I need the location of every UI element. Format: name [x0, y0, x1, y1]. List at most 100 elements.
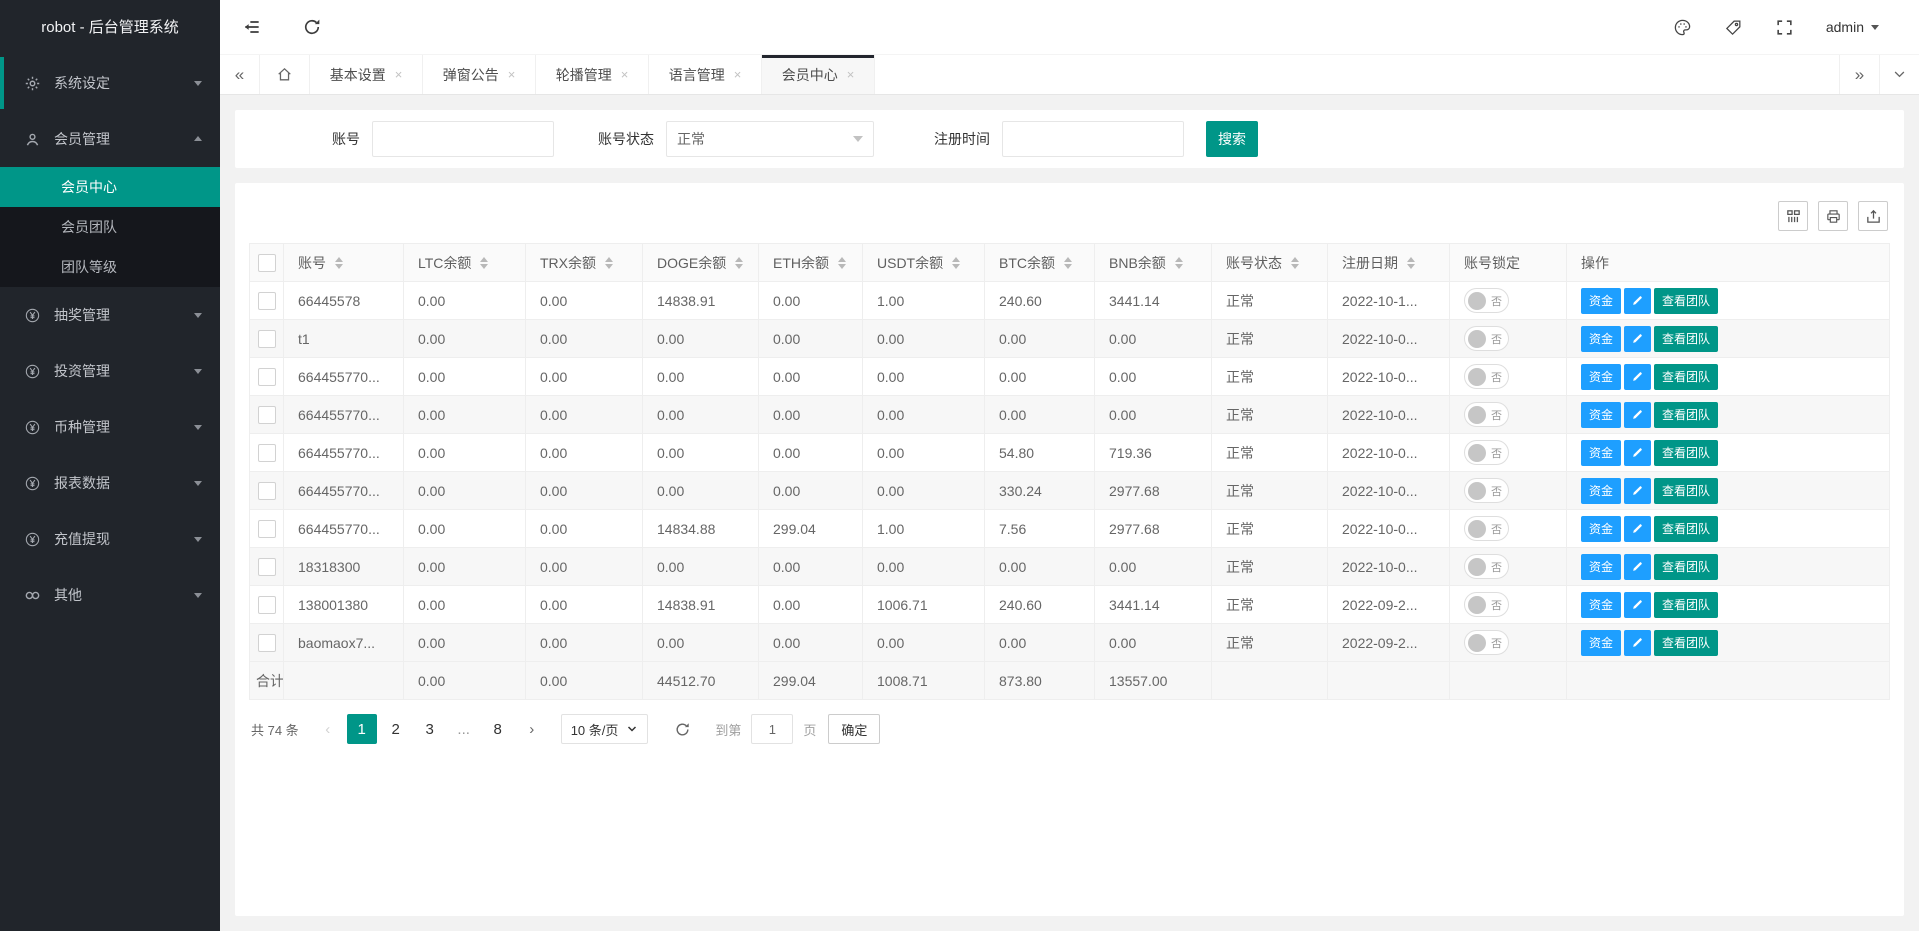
sort-icon[interactable] [605, 253, 613, 273]
tab-语言管理[interactable]: 语言管理× [649, 55, 762, 94]
fund-button[interactable]: 资金 [1581, 554, 1621, 580]
status-select[interactable]: 正常 [666, 121, 874, 157]
close-icon[interactable]: × [734, 67, 742, 82]
column-header-DOGE余额[interactable]: DOGE余额 [643, 244, 759, 282]
edit-button[interactable] [1624, 554, 1651, 580]
edit-button[interactable] [1624, 630, 1651, 656]
lock-toggle[interactable]: 否 [1464, 516, 1509, 541]
column-header-注册日期[interactable]: 注册日期 [1328, 244, 1450, 282]
close-icon[interactable]: × [621, 67, 629, 82]
sidebar-item-member-management[interactable]: 会员管理 [0, 111, 220, 167]
goto-confirm-button[interactable]: 确定 [828, 714, 880, 744]
account-input[interactable] [372, 121, 554, 157]
lock-toggle[interactable]: 否 [1464, 440, 1509, 465]
view-team-button[interactable]: 查看团队 [1654, 630, 1718, 656]
edit-button[interactable] [1624, 592, 1651, 618]
lock-toggle[interactable]: 否 [1464, 592, 1509, 617]
lock-toggle[interactable]: 否 [1464, 288, 1509, 313]
sidebar-item-deposit-withdraw[interactable]: 充值提现 [0, 511, 220, 567]
sort-icon[interactable] [1291, 253, 1299, 273]
row-checkbox[interactable] [258, 330, 276, 348]
lock-toggle[interactable]: 否 [1464, 364, 1509, 389]
edit-button[interactable] [1624, 326, 1651, 352]
sort-icon[interactable] [1175, 253, 1183, 273]
lock-toggle[interactable]: 否 [1464, 326, 1509, 351]
print-button[interactable] [1818, 201, 1848, 231]
sidebar-item-report-data[interactable]: 报表数据 [0, 455, 220, 511]
tab-弹窗公告[interactable]: 弹窗公告× [423, 55, 536, 94]
edit-button[interactable] [1624, 288, 1651, 314]
view-team-button[interactable]: 查看团队 [1654, 554, 1718, 580]
tabs-scroll-right-icon[interactable]: » [1839, 55, 1879, 94]
user-menu[interactable]: admin [1826, 19, 1879, 35]
fund-button[interactable]: 资金 [1581, 478, 1621, 504]
row-checkbox[interactable] [258, 292, 276, 310]
fund-button[interactable]: 资金 [1581, 326, 1621, 352]
sort-icon[interactable] [335, 253, 343, 273]
view-team-button[interactable]: 查看团队 [1654, 440, 1718, 466]
row-checkbox[interactable] [258, 520, 276, 538]
edit-button[interactable] [1624, 478, 1651, 504]
view-team-button[interactable]: 查看团队 [1654, 326, 1718, 352]
column-header-账号状态[interactable]: 账号状态 [1212, 244, 1328, 282]
fund-button[interactable]: 资金 [1581, 440, 1621, 466]
sort-icon[interactable] [952, 253, 960, 273]
close-icon[interactable]: × [847, 67, 855, 82]
theme-palette-icon[interactable] [1673, 18, 1692, 37]
sort-icon[interactable] [1407, 253, 1415, 273]
column-header-LTC余额[interactable]: LTC余额 [404, 244, 526, 282]
view-team-button[interactable]: 查看团队 [1654, 478, 1718, 504]
column-header-TRX余额[interactable]: TRX余额 [526, 244, 643, 282]
tab-轮播管理[interactable]: 轮播管理× [536, 55, 649, 94]
prev-page-button[interactable]: ‹ [313, 714, 343, 744]
edit-button[interactable] [1624, 402, 1651, 428]
lock-toggle[interactable]: 否 [1464, 630, 1509, 655]
page-button-2[interactable]: 2 [381, 714, 411, 744]
sort-icon[interactable] [735, 253, 743, 273]
sidebar-item-other[interactable]: 其他 [0, 567, 220, 623]
row-checkbox[interactable] [258, 368, 276, 386]
page-button-8[interactable]: 8 [483, 714, 513, 744]
fullscreen-icon[interactable] [1775, 18, 1794, 37]
tag-icon[interactable] [1724, 18, 1743, 37]
edit-button[interactable] [1624, 516, 1651, 542]
select-all-checkbox[interactable] [258, 254, 276, 272]
view-team-button[interactable]: 查看团队 [1654, 592, 1718, 618]
view-team-button[interactable]: 查看团队 [1654, 516, 1718, 542]
fund-button[interactable]: 资金 [1581, 630, 1621, 656]
view-team-button[interactable]: 查看团队 [1654, 402, 1718, 428]
sidebar-subitem-team-level[interactable]: 团队等级 [0, 247, 220, 287]
sort-icon[interactable] [480, 253, 488, 273]
sidebar-subitem-member-team[interactable]: 会员团队 [0, 207, 220, 247]
next-page-button[interactable]: › [517, 714, 547, 744]
column-header-ETH余额[interactable]: ETH余额 [759, 244, 863, 282]
lock-toggle[interactable]: 否 [1464, 478, 1509, 503]
pagination-refresh-icon[interactable] [674, 721, 691, 738]
row-checkbox[interactable] [258, 444, 276, 462]
column-header-BTC余额[interactable]: BTC余额 [985, 244, 1095, 282]
page-button-1[interactable]: 1 [347, 714, 377, 744]
fund-button[interactable]: 资金 [1581, 364, 1621, 390]
sidebar-item-investment-management[interactable]: 投资管理 [0, 343, 220, 399]
page-button-3[interactable]: 3 [415, 714, 445, 744]
tab-基本设置[interactable]: 基本设置× [310, 55, 423, 94]
row-checkbox[interactable] [258, 596, 276, 614]
fund-button[interactable]: 资金 [1581, 402, 1621, 428]
edit-button[interactable] [1624, 440, 1651, 466]
lock-toggle[interactable]: 否 [1464, 402, 1509, 427]
view-team-button[interactable]: 查看团队 [1654, 288, 1718, 314]
search-button[interactable]: 搜索 [1206, 121, 1258, 157]
row-checkbox[interactable] [258, 558, 276, 576]
column-header-USDT余额[interactable]: USDT余额 [863, 244, 985, 282]
fund-button[interactable]: 资金 [1581, 516, 1621, 542]
close-icon[interactable]: × [508, 67, 516, 82]
sidebar-subitem-member-center[interactable]: 会员中心 [0, 167, 220, 207]
tab-会员中心[interactable]: 会员中心× [762, 55, 875, 94]
sidebar-item-currency-management[interactable]: 币种管理 [0, 399, 220, 455]
column-header-账号[interactable]: 账号 [284, 244, 404, 282]
sort-icon[interactable] [1064, 253, 1072, 273]
home-tab[interactable] [260, 55, 310, 94]
sort-icon[interactable] [838, 253, 846, 273]
row-checkbox[interactable] [258, 482, 276, 500]
regdate-input[interactable] [1002, 121, 1184, 157]
